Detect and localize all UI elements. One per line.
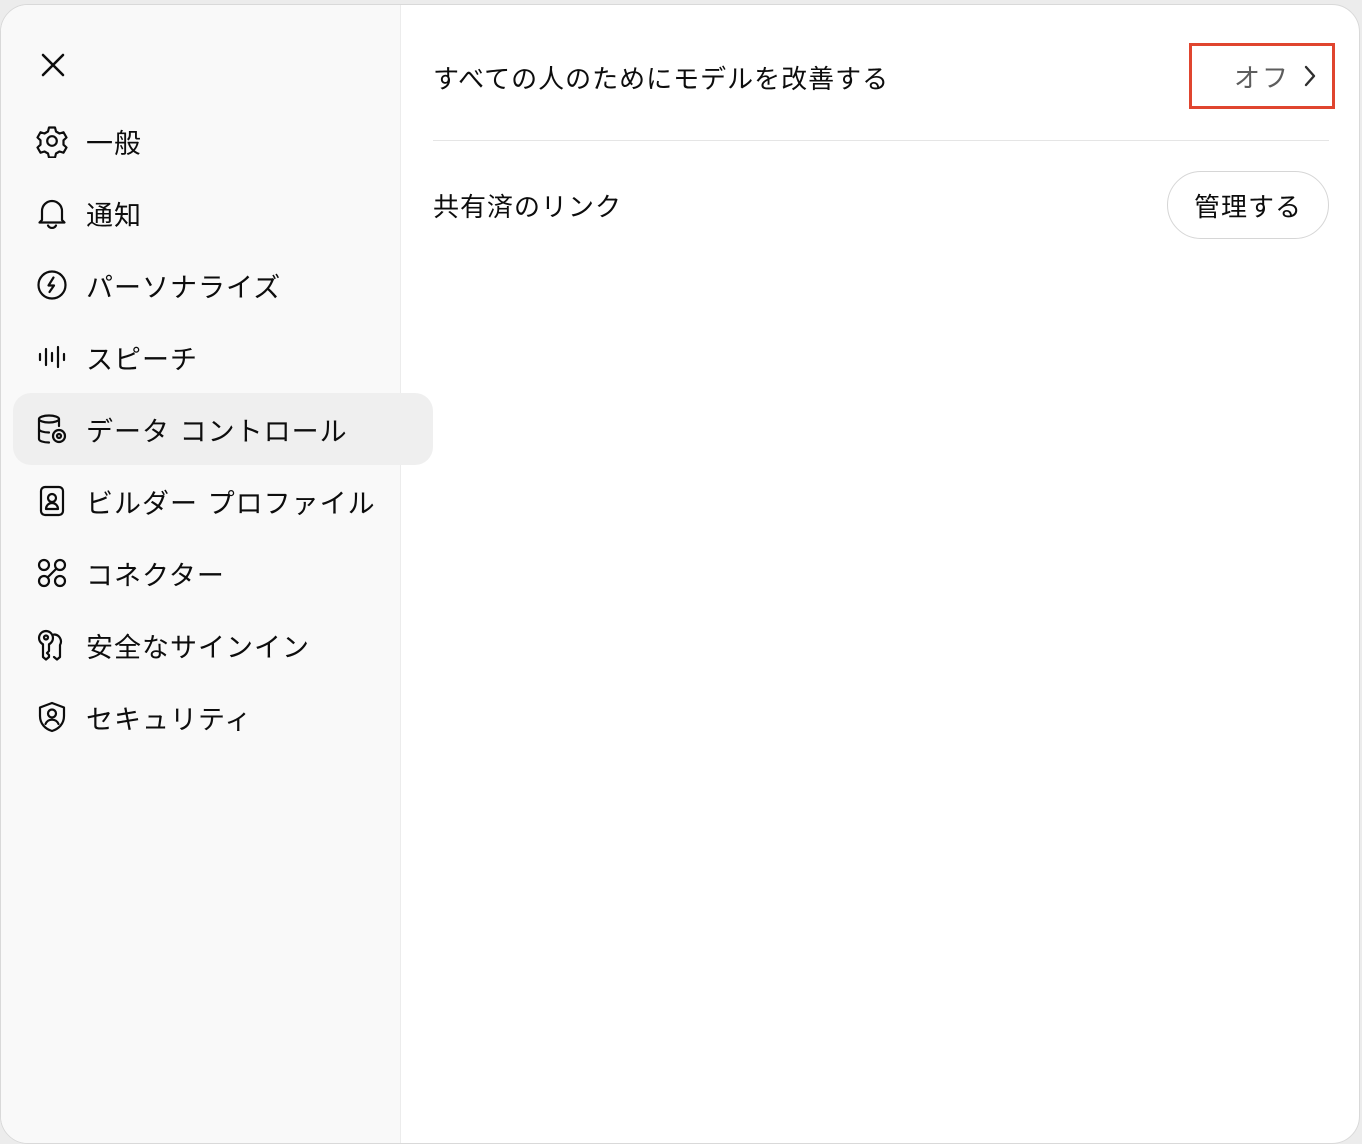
settings-nav: 一般 通知 パーソナライズ スピーチ データ コントロール ビルダー プロファイ… (13, 105, 433, 753)
close-button[interactable] (29, 41, 77, 89)
sidebar-item-label: 一般 (86, 128, 142, 160)
waveform-icon (35, 340, 69, 374)
sidebar-item-label: ビルダー プロファイル (86, 488, 376, 520)
sidebar-item-notifications[interactable]: 通知 (13, 177, 433, 249)
close-icon (41, 53, 65, 77)
settings-dialog: 一般 通知 パーソナライズ スピーチ データ コントロール ビルダー プロファイ… (0, 4, 1360, 1144)
sidebar-item-label: スピーチ (86, 344, 198, 376)
sidebar-item-label: 通知 (86, 200, 142, 232)
manage-shared-links-button[interactable]: 管理する (1166, 171, 1329, 239)
sidebar-item-security[interactable]: セキュリティ (13, 681, 433, 753)
sidebar-item-secure-signin[interactable]: 安全なサインイン (13, 609, 433, 681)
profile-card-icon (35, 484, 69, 518)
chevron-right-icon (1304, 65, 1316, 87)
shield-icon (35, 700, 69, 734)
improve-model-label: すべての人のためにモデルを改善する (433, 64, 890, 95)
gear-icon (35, 124, 69, 158)
sidebar-item-label: パーソナライズ (86, 272, 282, 304)
database-gear-icon (35, 412, 69, 446)
sidebar-item-label: データ コントロール (86, 416, 348, 448)
settings-sidebar: 一般 通知 パーソナライズ スピーチ データ コントロール ビルダー プロファイ… (1, 5, 433, 1143)
sidebar-item-speech[interactable]: スピーチ (13, 321, 433, 393)
sidebar-item-label: 安全なサインイン (86, 632, 310, 664)
improve-model-row[interactable]: すべての人のためにモデルを改善する オフ (433, 43, 1335, 111)
improve-model-value: オフ (1233, 63, 1290, 94)
sidebar-item-connectors[interactable]: コネクター (13, 537, 433, 609)
sidebar-item-label: セキュリティ (86, 704, 253, 736)
shared-links-label: 共有済のリンク (433, 192, 623, 223)
improve-model-value-button[interactable]: オフ (1189, 43, 1335, 109)
personalize-icon (35, 268, 69, 302)
bell-icon (35, 196, 69, 230)
sidebar-item-personalize[interactable]: パーソナライズ (13, 249, 433, 321)
connector-icon (35, 556, 69, 590)
sidebar-item-general[interactable]: 一般 (13, 105, 433, 177)
key-icon (35, 628, 69, 662)
sidebar-item-label: コネクター (86, 560, 225, 592)
shared-links-row: 共有済のリンク 管理する (433, 169, 1329, 241)
row-divider (433, 140, 1329, 141)
settings-content: すべての人のためにモデルを改善する オフ 共有済のリンク 管理する (401, 5, 1359, 1143)
sidebar-item-data-controls[interactable]: データ コントロール (13, 393, 433, 465)
sidebar-item-builder-profile[interactable]: ビルダー プロファイル (13, 465, 433, 537)
